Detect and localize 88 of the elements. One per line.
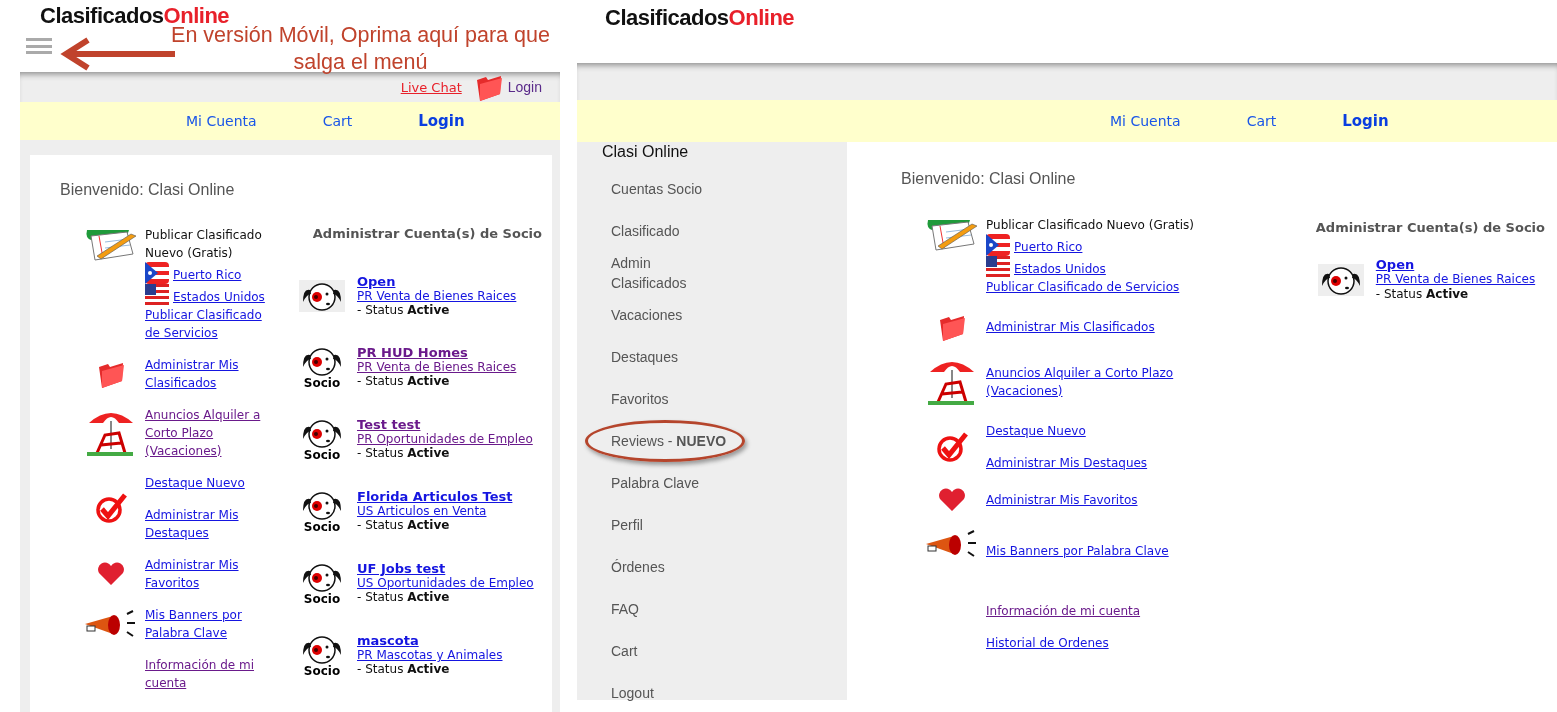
sidebar-item[interactable]: Vacaciones	[577, 294, 847, 336]
puerto-rico-flag-icon	[986, 234, 1010, 256]
account-status: - Status Active	[357, 590, 451, 604]
category-link[interactable]: PR Venta de Bienes Raices	[357, 360, 517, 374]
publish-label: Publicar Clasificado Nuevo (Gratis)	[986, 217, 1195, 234]
country-link[interactable]: Puerto Rico	[1014, 238, 1083, 256]
link[interactable]: Historial de Ordenes	[986, 634, 1216, 652]
category-link[interactable]: PR Oportunidades de Empleo	[357, 432, 533, 446]
account-status: - Status Active	[357, 303, 451, 317]
sidebar-item[interactable]: Cuentas Socio	[577, 168, 847, 210]
account-name-link[interactable]: PR HUD Homes	[357, 346, 517, 360]
country-link[interactable]: Estados Unidos	[1014, 260, 1106, 278]
sidebar-item[interactable]: FAQ	[577, 588, 847, 630]
account-name-link[interactable]: Open	[357, 275, 517, 289]
heart-icon	[938, 488, 966, 512]
account-name-link[interactable]: Open	[1375, 257, 1536, 272]
sidebar-item[interactable]: Logout	[577, 672, 847, 712]
link[interactable]: Destaque Nuevo	[986, 422, 1216, 440]
sidebar-item[interactable]: Destaques	[577, 336, 847, 378]
account-name-link[interactable]: mascota	[357, 634, 503, 648]
account-name-link[interactable]: UF Jobs test	[357, 562, 534, 576]
link[interactable]: Anuncios Alquiler a Corto Plazo (Vacaciones)	[145, 406, 273, 460]
account-status: - Status Active	[357, 662, 451, 676]
link[interactable]: Información de mi cuenta	[145, 656, 273, 692]
dog-face-icon	[299, 280, 345, 312]
link[interactable]: Administrar Mis Destaques	[986, 454, 1216, 472]
link[interactable]: Administrar Mis Clasificados	[986, 318, 1216, 336]
sidebar-item[interactable]: Clasificado	[577, 210, 847, 252]
nav-link[interactable]: Login	[1342, 112, 1389, 130]
nav-link[interactable]: Login	[418, 112, 465, 130]
socio-label: Socio	[303, 593, 341, 605]
accounts-heading: Administrar Cuenta(s) de Socio	[1315, 220, 1545, 235]
sidebar-item[interactable]: Perfil	[577, 504, 847, 546]
nav-link[interactable]: Mi Cuenta	[186, 113, 257, 129]
category-link[interactable]: PR Mascotas y Animales	[357, 648, 503, 662]
link[interactable]: Administrar Mis Destaques	[145, 506, 273, 542]
category-link[interactable]: US Articulos en Venta	[357, 504, 513, 518]
heart-icon	[97, 562, 125, 586]
welcome-heading: Bienvenido: Clasi Online	[60, 181, 236, 199]
sidebar-item[interactable]: Cart	[577, 630, 847, 672]
nav-link[interactable]: Cart	[1246, 113, 1277, 129]
link[interactable]: Información de mi cuenta	[986, 602, 1216, 620]
link[interactable]: Mis Banners por Palabra Clave	[145, 606, 273, 642]
account-status: - Status Active	[357, 446, 451, 460]
dog-face-icon	[1317, 263, 1364, 296]
publish-label: Publicar Clasificado Nuevo (Gratis)	[145, 227, 263, 262]
us-flag-icon	[986, 256, 1010, 278]
sidebar-item[interactable]: Órdenes	[577, 546, 847, 588]
sidebar-item[interactable]: Palabra Clave	[577, 462, 847, 504]
socio-label: Socio	[303, 377, 341, 389]
socio-label: Socio	[303, 521, 341, 533]
sidebar-title: Clasi Online	[601, 142, 690, 162]
puerto-rico-flag-icon	[145, 262, 169, 284]
nav-link[interactable]: Mi Cuenta	[1110, 113, 1181, 129]
sidebar-item[interactable]: Reviews - NUEVO	[577, 420, 847, 462]
account-name-link[interactable]: Florida Articulos Test	[357, 490, 513, 504]
check-circle-icon	[936, 432, 968, 462]
link[interactable]: Destaque Nuevo	[145, 474, 273, 492]
country-link[interactable]: Estados Unidos	[173, 288, 265, 306]
link[interactable]: Administrar Mis Clasificados	[145, 356, 273, 392]
socio-label: Socio	[303, 665, 341, 677]
welcome-heading: Bienvenido: Clasi Online	[901, 170, 1077, 188]
link[interactable]: Mis Banners por Palabra Clave	[986, 542, 1216, 560]
category-link[interactable]: US Oportunidades de Empleo	[357, 576, 534, 590]
account-name-link[interactable]: Test test	[357, 418, 533, 432]
hamburger-menu-icon[interactable]	[26, 38, 52, 54]
sidebar-item[interactable]: Admin Clasificados	[577, 252, 701, 294]
check-circle-icon	[95, 493, 127, 523]
live-chat-link[interactable]: Live Chat	[400, 79, 462, 95]
category-link[interactable]: PR Venta de Bienes Raices	[1375, 272, 1536, 287]
link[interactable]: Administrar Mis Favoritos	[145, 556, 273, 592]
link[interactable]: Administrar Mis Favoritos	[986, 491, 1216, 509]
link[interactable]: Publicar Clasificado de Servicios	[986, 278, 1216, 296]
account-status: - Status Active	[1375, 287, 1470, 302]
category-link[interactable]: PR Venta de Bienes Raices	[357, 289, 517, 303]
annotation-text: En versión Móvil, Oprima aquí para que salga el menú	[170, 23, 551, 76]
login-link[interactable]: Login	[507, 79, 542, 95]
account-status: - Status Active	[357, 518, 451, 532]
link[interactable]: Anuncios Alquiler a Corto Plazo (Vacaciones)	[986, 364, 1216, 400]
site-logo[interactable]: ClasificadosOnline	[605, 5, 1557, 31]
country-link[interactable]: Puerto Rico	[173, 266, 242, 284]
nav-link[interactable]: Cart	[322, 113, 353, 129]
link[interactable]: Publicar Clasificado de Servicios	[145, 306, 273, 342]
account-status: - Status Active	[357, 374, 451, 388]
accounts-heading: Administrar Cuenta(s) de Socio	[311, 226, 542, 241]
sidebar-item[interactable]: Favoritos	[577, 378, 847, 420]
socio-label: Socio	[303, 449, 341, 461]
us-flag-icon	[145, 284, 169, 306]
